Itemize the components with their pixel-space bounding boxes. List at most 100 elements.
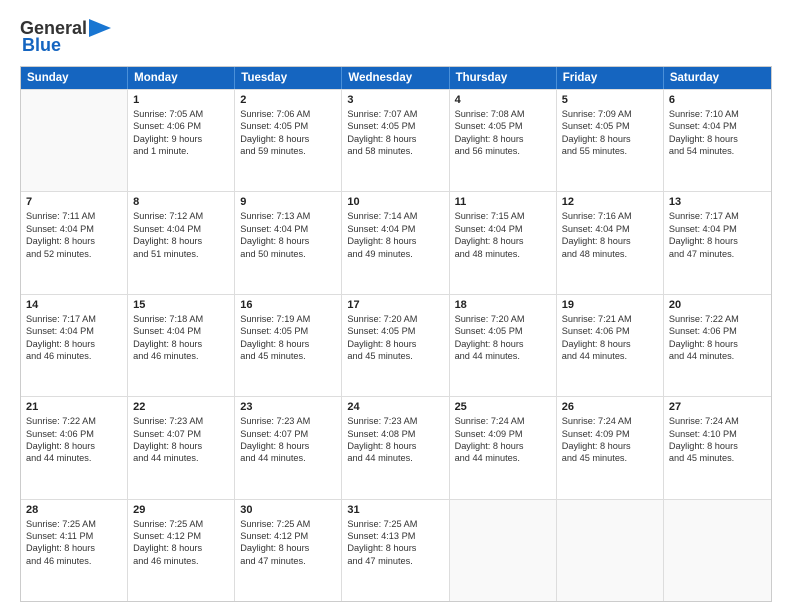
day-cell-20: 20Sunrise: 7:22 AMSunset: 4:06 PMDayligh…	[664, 295, 771, 396]
cell-text-line: Sunset: 4:04 PM	[26, 223, 122, 235]
cell-text-line: and 50 minutes.	[240, 248, 336, 260]
cell-text-line: Sunset: 4:05 PM	[347, 120, 443, 132]
cell-text-line: Sunrise: 7:16 AM	[562, 210, 658, 222]
day-number: 6	[669, 94, 766, 106]
cell-text-line: Daylight: 8 hours	[455, 338, 551, 350]
header-day-thursday: Thursday	[450, 67, 557, 89]
cell-text-line: Sunrise: 7:09 AM	[562, 108, 658, 120]
day-cell-4: 4Sunrise: 7:08 AMSunset: 4:05 PMDaylight…	[450, 90, 557, 191]
cell-text-line: Sunrise: 7:23 AM	[240, 415, 336, 427]
cell-text-line: Daylight: 8 hours	[347, 440, 443, 452]
cell-text-line: and 47 minutes.	[347, 555, 443, 567]
day-cell-27: 27Sunrise: 7:24 AMSunset: 4:10 PMDayligh…	[664, 397, 771, 498]
cell-text-line: Daylight: 8 hours	[669, 235, 766, 247]
empty-cell-0-0	[21, 90, 128, 191]
day-number: 1	[133, 94, 229, 106]
cell-text-line: Sunset: 4:05 PM	[455, 120, 551, 132]
cell-text-line: and 56 minutes.	[455, 145, 551, 157]
day-cell-14: 14Sunrise: 7:17 AMSunset: 4:04 PMDayligh…	[21, 295, 128, 396]
cell-text-line: Daylight: 8 hours	[455, 133, 551, 145]
cell-text-line: Daylight: 8 hours	[455, 440, 551, 452]
header-day-monday: Monday	[128, 67, 235, 89]
cell-text-line: Sunrise: 7:05 AM	[133, 108, 229, 120]
day-cell-22: 22Sunrise: 7:23 AMSunset: 4:07 PMDayligh…	[128, 397, 235, 498]
logo-blue: Blue	[22, 35, 61, 56]
cell-text-line: Daylight: 8 hours	[240, 440, 336, 452]
day-cell-29: 29Sunrise: 7:25 AMSunset: 4:12 PMDayligh…	[128, 500, 235, 601]
day-cell-7: 7Sunrise: 7:11 AMSunset: 4:04 PMDaylight…	[21, 192, 128, 293]
cell-text-line: and 44 minutes.	[133, 452, 229, 464]
cell-text-line: Daylight: 8 hours	[133, 440, 229, 452]
empty-cell-4-6	[664, 500, 771, 601]
day-cell-18: 18Sunrise: 7:20 AMSunset: 4:05 PMDayligh…	[450, 295, 557, 396]
cell-text-line: and 44 minutes.	[669, 350, 766, 362]
header: General Blue	[20, 18, 772, 56]
cell-text-line: and 45 minutes.	[347, 350, 443, 362]
day-number: 8	[133, 196, 229, 208]
cell-text-line: Sunset: 4:05 PM	[562, 120, 658, 132]
week-row-2: 14Sunrise: 7:17 AMSunset: 4:04 PMDayligh…	[21, 294, 771, 396]
day-number: 2	[240, 94, 336, 106]
cell-text-line: Sunrise: 7:14 AM	[347, 210, 443, 222]
cell-text-line: Sunset: 4:05 PM	[240, 120, 336, 132]
cell-text-line: and 47 minutes.	[240, 555, 336, 567]
cell-text-line: Sunset: 4:06 PM	[133, 120, 229, 132]
cell-text-line: Daylight: 8 hours	[347, 133, 443, 145]
cell-text-line: and 47 minutes.	[669, 248, 766, 260]
cell-text-line: Sunrise: 7:12 AM	[133, 210, 229, 222]
cell-text-line: Sunrise: 7:25 AM	[26, 518, 122, 530]
header-day-friday: Friday	[557, 67, 664, 89]
cell-text-line: Daylight: 8 hours	[347, 542, 443, 554]
day-cell-3: 3Sunrise: 7:07 AMSunset: 4:05 PMDaylight…	[342, 90, 449, 191]
cell-text-line: and 52 minutes.	[26, 248, 122, 260]
cell-text-line: Daylight: 8 hours	[669, 133, 766, 145]
day-number: 15	[133, 299, 229, 311]
cell-text-line: Sunrise: 7:20 AM	[455, 313, 551, 325]
cell-text-line: Daylight: 8 hours	[133, 235, 229, 247]
cell-text-line: Sunrise: 7:06 AM	[240, 108, 336, 120]
day-number: 27	[669, 401, 766, 413]
cell-text-line: Sunset: 4:08 PM	[347, 428, 443, 440]
cell-text-line: and 44 minutes.	[347, 452, 443, 464]
day-number: 16	[240, 299, 336, 311]
cell-text-line: Daylight: 8 hours	[240, 542, 336, 554]
cell-text-line: Sunrise: 7:24 AM	[562, 415, 658, 427]
day-number: 9	[240, 196, 336, 208]
cell-text-line: Sunset: 4:05 PM	[240, 325, 336, 337]
day-number: 22	[133, 401, 229, 413]
cell-text-line: Sunset: 4:09 PM	[455, 428, 551, 440]
cell-text-line: Sunrise: 7:17 AM	[26, 313, 122, 325]
cell-text-line: Sunrise: 7:23 AM	[133, 415, 229, 427]
cell-text-line: and 46 minutes.	[26, 555, 122, 567]
calendar-body: 1Sunrise: 7:05 AMSunset: 4:06 PMDaylight…	[21, 89, 771, 601]
cell-text-line: Sunrise: 7:08 AM	[455, 108, 551, 120]
cell-text-line: Sunset: 4:06 PM	[26, 428, 122, 440]
cell-text-line: and 45 minutes.	[240, 350, 336, 362]
cell-text-line: Daylight: 8 hours	[347, 338, 443, 350]
cell-text-line: Sunrise: 7:07 AM	[347, 108, 443, 120]
day-number: 12	[562, 196, 658, 208]
cell-text-line: and 46 minutes.	[133, 555, 229, 567]
day-number: 25	[455, 401, 551, 413]
day-cell-16: 16Sunrise: 7:19 AMSunset: 4:05 PMDayligh…	[235, 295, 342, 396]
day-number: 14	[26, 299, 122, 311]
cell-text-line: and 55 minutes.	[562, 145, 658, 157]
empty-cell-4-4	[450, 500, 557, 601]
cell-text-line: Daylight: 8 hours	[240, 133, 336, 145]
cell-text-line: Sunrise: 7:10 AM	[669, 108, 766, 120]
day-number: 19	[562, 299, 658, 311]
cell-text-line: Sunrise: 7:25 AM	[133, 518, 229, 530]
cell-text-line: Daylight: 8 hours	[669, 338, 766, 350]
day-cell-19: 19Sunrise: 7:21 AMSunset: 4:06 PMDayligh…	[557, 295, 664, 396]
cell-text-line: Daylight: 8 hours	[240, 338, 336, 350]
cell-text-line: Daylight: 8 hours	[562, 133, 658, 145]
cell-text-line: and 44 minutes.	[455, 452, 551, 464]
cell-text-line: Daylight: 8 hours	[26, 440, 122, 452]
day-cell-24: 24Sunrise: 7:23 AMSunset: 4:08 PMDayligh…	[342, 397, 449, 498]
cell-text-line: Sunrise: 7:20 AM	[347, 313, 443, 325]
day-cell-10: 10Sunrise: 7:14 AMSunset: 4:04 PMDayligh…	[342, 192, 449, 293]
cell-text-line: and 44 minutes.	[562, 350, 658, 362]
cell-text-line: and 46 minutes.	[133, 350, 229, 362]
header-day-wednesday: Wednesday	[342, 67, 449, 89]
cell-text-line: Daylight: 8 hours	[133, 542, 229, 554]
